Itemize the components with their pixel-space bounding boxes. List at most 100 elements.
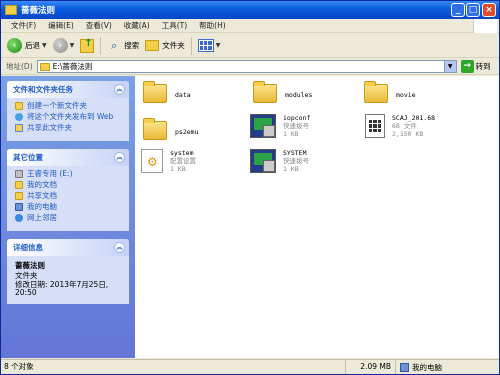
close-button[interactable]: × [482,3,496,17]
menu-favorites[interactable]: 收藏(A) [124,20,150,31]
folder-icon [364,81,388,103]
folder-icon [39,62,50,71]
explorer-window: 蔷薇法则 _ □ × 文件(F) 编辑(E) 查看(V) 收藏(A) 工具(T)… [0,0,500,375]
my-computer-link[interactable]: 我的电脑 [15,203,123,211]
new-folder-icon [15,102,23,110]
folder-icon [15,181,23,189]
folder-up-icon [80,38,95,53]
search-label: 搜索 [124,41,140,50]
detail-name: 蔷薇法则 [15,261,45,270]
menu-help[interactable]: 帮助(H) [199,20,226,31]
chevron-down-icon[interactable]: ▼ [443,61,456,72]
link-label: 创建一个新文件夹 [27,101,87,110]
shared-documents-link[interactable]: 共享文档 [15,192,123,200]
folder-icon [253,81,277,103]
task-pane: 文件和文件夹任务 ︽ 创建一个新文件夹 将这个文件夹发布到 Web 共享此文件夹… [1,76,135,358]
network-places-link[interactable]: 网上邻居 [15,214,123,222]
chevron-down-icon[interactable]: ▼ [216,42,221,49]
views-button[interactable]: ▼ [197,39,221,52]
address-input[interactable]: E:\蔷薇法则 ▼ [36,60,457,73]
chevron-down-icon[interactable]: ▼ [70,42,75,49]
other-places-header[interactable]: 其它位置 ︽ [7,149,129,166]
folder-icon [145,40,160,51]
minimize-button[interactable]: _ [451,3,465,17]
share-folder-link[interactable]: 共享此文件夹 [15,124,123,132]
collapse-icon[interactable]: ︽ [114,84,125,95]
link-label: 王睿专用 (E:) [27,169,73,178]
globe-icon [15,113,23,121]
forward-arrow-icon: › [52,38,68,53]
file-type: 68 文件 [392,122,417,130]
panel-title: 其它位置 [13,153,43,162]
link-label: 将这个文件夹发布到 Web [27,112,114,121]
collapse-icon[interactable]: ︽ [114,242,125,253]
file-size: 1 KB [283,165,299,173]
folder-icon [143,118,167,140]
folder-item-ps2emu[interactable]: ps2emu [143,118,199,140]
back-label: 后退 [25,41,40,50]
file-item-iopconf[interactable]: iopconf 快速拨号 1 KB [250,114,310,138]
file-type: 快速拨号 [283,122,309,130]
file-name: iopconf [283,114,311,122]
file-size: 1 KB [170,165,186,173]
link-label: 网上邻居 [27,213,57,222]
file-type: 配置设置 [170,157,196,165]
menu-edit[interactable]: 编辑(E) [48,20,74,31]
menu-view[interactable]: 查看(V) [86,20,112,31]
status-location-label: 我的电脑 [412,362,442,372]
menu-tools[interactable]: 工具(T) [162,20,187,31]
file-name: movie [396,91,416,99]
go-button[interactable]: → 转到 [460,60,491,73]
link-label: 共享文档 [27,191,57,200]
search-button[interactable]: ⌕ 搜索 [107,39,139,53]
view-grid-icon [197,39,214,52]
up-button[interactable] [80,38,95,53]
maximize-button[interactable]: □ [466,3,480,17]
new-folder-link[interactable]: 创建一个新文件夹 [15,102,123,110]
folder-icon [15,192,23,200]
drive-e-link[interactable]: 王睿专用 (E:) [15,170,123,178]
file-tasks-header[interactable]: 文件和文件夹任务 ︽ [7,81,129,98]
disc-image-icon [365,114,385,138]
folder-item-movie[interactable]: movie [364,81,416,103]
file-item-system-dial[interactable]: SYSTEM 快速拨号 1 KB [250,149,309,173]
file-name: SCAJ_201.68 [392,114,436,122]
folders-button[interactable]: 文件夹 [145,40,185,51]
details-header[interactable]: 详细信息 ︽ [7,239,129,256]
back-button[interactable]: ‹ 后退 ▼ [7,38,47,53]
file-item-scaj[interactable]: SCAJ_201.68 68 文件 2,150 KB [365,114,435,138]
file-tasks-panel: 文件和文件夹任务 ︽ 创建一个新文件夹 将这个文件夹发布到 Web 共享此文件夹 [7,81,129,141]
file-size: 1 KB [283,130,299,138]
toolbar: ‹ 后退 ▼ › ▼ ⌕ 搜索 文件夹 ▼ [1,34,499,58]
collapse-icon[interactable]: ︽ [114,152,125,163]
my-documents-link[interactable]: 我的文档 [15,181,123,189]
file-size: 2,150 KB [392,130,424,138]
status-location: 我的电脑 [396,362,442,373]
menu-bar: 文件(F) 编辑(E) 查看(V) 收藏(A) 工具(T) 帮助(H) [1,19,499,33]
chevron-down-icon[interactable]: ▼ [42,42,47,49]
computer-icon [400,362,409,372]
folder-item-data[interactable]: data [143,81,191,103]
file-type: 快速拨号 [283,157,309,165]
address-label: 地址(D) [6,62,33,71]
file-name: SYSTEM [283,149,307,157]
link-label: 我的电脑 [27,202,57,211]
status-object-count: 8 个对象 [1,360,346,374]
forward-button[interactable]: › ▼ [52,38,75,53]
folder-icon [5,5,17,15]
file-item-system-config[interactable]: system 配置设置 1 KB [141,149,196,173]
menu-file[interactable]: 文件(F) [11,20,36,31]
folder-item-modules[interactable]: modules [253,81,312,103]
drive-icon [15,170,23,178]
file-name: system [170,149,194,157]
computer-icon [15,203,23,211]
publish-web-link[interactable]: 将这个文件夹发布到 Web [15,113,123,121]
toolbar-divider [190,36,192,55]
windows-logo-icon [473,19,497,33]
file-name: data [175,91,191,99]
title-bar[interactable]: 蔷薇法则 _ □ × [1,1,499,19]
toolbar-divider [100,36,102,55]
details-panel: 详细信息 ︽ 蔷薇法则 文件夹 修改日期: 2013年7月25日, 20:50 [7,239,129,304]
detail-modified: 修改日期: 2013年7月25日, 20:50 [15,279,109,297]
file-name: ps2emu [175,128,199,136]
